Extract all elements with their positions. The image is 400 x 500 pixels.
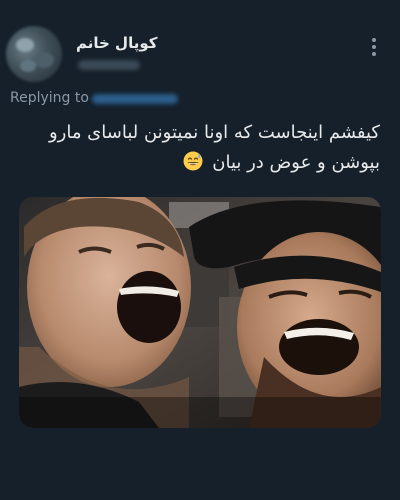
display-name[interactable]: کوپال خانم [76, 34, 157, 52]
tweet-text-line1: کیفشم اینجاست که اونا نمیتونن لباسای مار… [48, 122, 380, 143]
more-vertical-icon[interactable] [366, 36, 382, 58]
replying-to-handle-redacted[interactable] [92, 94, 178, 104]
avatar[interactable] [6, 26, 62, 82]
username-handle-redacted[interactable] [78, 60, 140, 70]
tweet-text-line2: بپوشن و عوض در بیان [212, 152, 380, 173]
grinning-sweat-emoji-icon [183, 151, 203, 171]
tweet-media-photo[interactable] [19, 197, 381, 428]
tweet-text-line2-wrap: بپوشن و عوض در بیان [20, 148, 380, 178]
tweet-card[interactable]: کوپال خانم Replying to کیفشم اینجاست که … [0, 0, 400, 500]
tweet-text: کیفشم اینجاست که اونا نمیتونن لباسای مار… [20, 118, 380, 178]
replying-to-label: Replying to [10, 90, 89, 106]
